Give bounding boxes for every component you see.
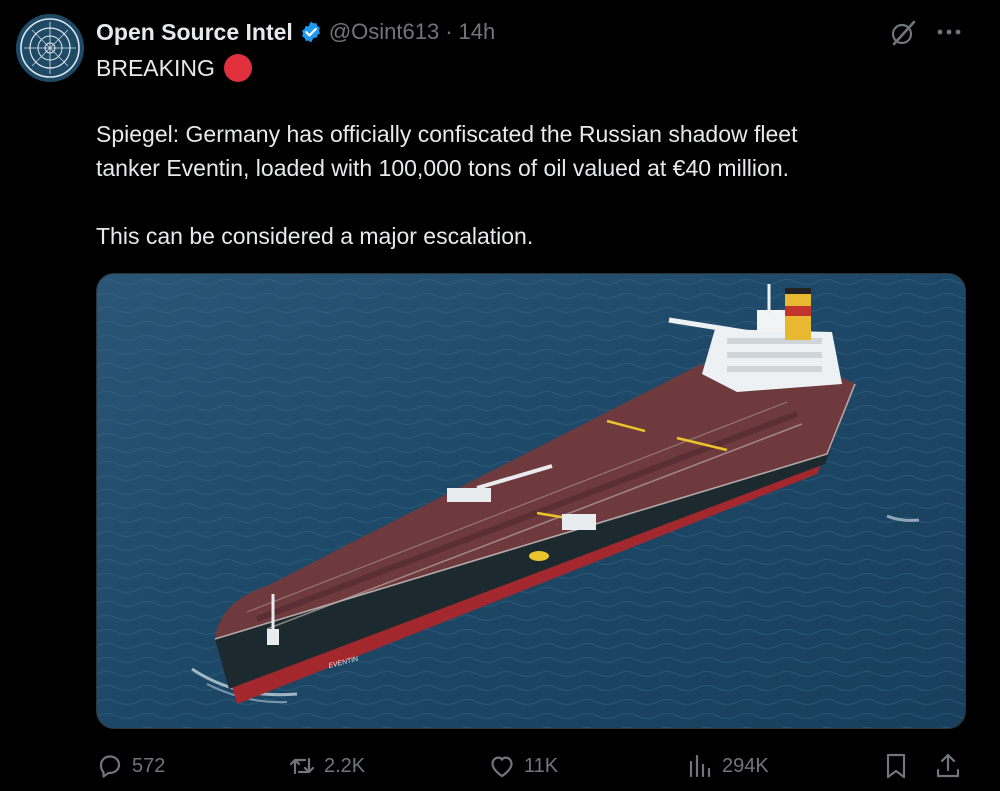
verified-badge-icon [301, 21, 320, 43]
grok-icon[interactable] [888, 18, 918, 48]
avatar[interactable] [16, 14, 84, 82]
tweet-text-line-3: This can be considered a major escalatio… [96, 223, 534, 249]
red-circle-emoji-icon [223, 54, 252, 82]
like-button[interactable]: 11K [488, 748, 558, 784]
like-icon [491, 756, 513, 778]
tweet-media-image[interactable]: EVENTIN [96, 273, 966, 729]
reply-icon [99, 755, 121, 778]
tweet-header: Open Source Intel @Osint613 · 14h [96, 17, 495, 47]
tweet-text-line-2: tanker Eventin, loaded with 100,000 tons… [96, 155, 789, 181]
reply-count: 572 [132, 754, 166, 777]
like-count: 11K [524, 754, 559, 777]
tanker-photo: EVENTIN [97, 274, 965, 728]
bookmark-button[interactable] [880, 748, 912, 784]
repost-count: 2.2K [324, 754, 366, 777]
breaking-row: BREAKING [96, 54, 252, 82]
avatar-logo [16, 14, 84, 82]
reply-button[interactable]: 572 [96, 748, 165, 784]
share-icon [936, 753, 960, 778]
share-button[interactable] [932, 748, 964, 784]
views-count: 294K [722, 754, 769, 777]
repost-icon [289, 757, 315, 775]
author-handle[interactable]: @Osint613 [329, 19, 439, 45]
tweet-text-line-1: Spiegel: Germany has officially confisca… [96, 121, 798, 147]
more-icon[interactable] [934, 20, 964, 44]
views-button[interactable]: 294K [686, 748, 769, 784]
bookmark-icon [886, 753, 906, 779]
tweet-time[interactable]: 14h [459, 19, 496, 45]
author-name[interactable]: Open Source Intel [96, 19, 293, 46]
breaking-label: BREAKING [96, 54, 215, 81]
views-icon [689, 754, 711, 778]
separator-dot: · [445, 19, 453, 44]
repost-button[interactable]: 2.2K [288, 748, 365, 784]
